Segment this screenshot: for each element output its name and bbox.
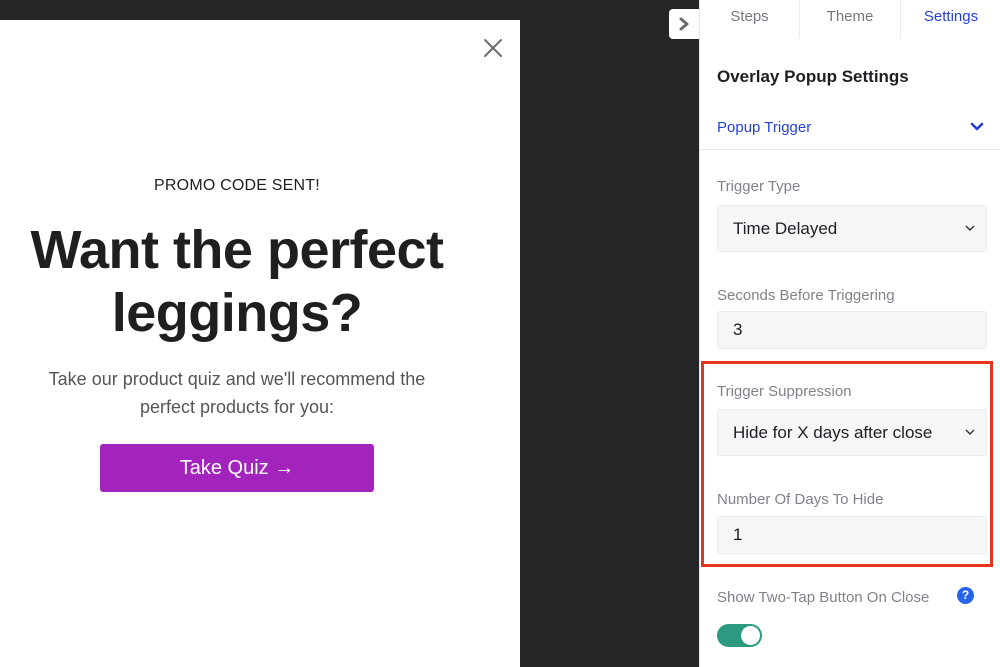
subtext-line: perfect products for you:: [139, 397, 335, 417]
chevron-down-icon: [970, 122, 984, 131]
two-tap-label: Show Two-Tap Button On Close: [717, 589, 930, 606]
suppression-value: Hide for X days after close: [733, 423, 933, 442]
suppression-label: Trigger Suppression: [717, 383, 852, 400]
panel-tabs: Steps Theme Settings: [700, 0, 1000, 38]
chevron-down-icon: [965, 225, 975, 231]
settings-panel: Steps Theme Settings Overlay Popup Setti…: [699, 0, 1000, 667]
toggle-knob: [741, 626, 760, 645]
headline-line: leggings?: [111, 283, 363, 343]
close-icon[interactable]: [480, 35, 506, 61]
two-tap-toggle[interactable]: [717, 624, 762, 647]
popup-trigger-section[interactable]: Popup Trigger: [700, 108, 1000, 150]
panel-title: Overlay Popup Settings: [717, 67, 909, 86]
chevron-right-icon: [679, 17, 689, 31]
days-to-hide-input[interactable]: 1: [717, 516, 987, 554]
trigger-type-value: Time Delayed: [733, 219, 838, 238]
subtext-line: Take our product quiz and we'll recommen…: [48, 369, 426, 389]
popup-preview: PROMO CODE SENT! Want the perfect leggin…: [0, 20, 520, 667]
seconds-input[interactable]: 3: [717, 311, 987, 349]
tab-theme[interactable]: Theme: [800, 0, 901, 38]
trigger-type-select[interactable]: Time Delayed: [717, 205, 987, 252]
tab-settings[interactable]: Settings: [901, 0, 1000, 38]
help-icon[interactable]: ?: [957, 587, 974, 604]
chevron-down-icon: [965, 429, 975, 435]
trigger-type-label: Trigger Type: [717, 178, 801, 195]
popup-headline: Want the perfect leggings?: [0, 219, 474, 345]
collapse-panel-button[interactable]: [669, 9, 699, 39]
seconds-label: Seconds Before Triggering: [717, 287, 895, 304]
seconds-value: 3: [733, 320, 743, 339]
popup-eyebrow: PROMO CODE SENT!: [154, 177, 320, 194]
headline-line: Want the perfect: [30, 220, 444, 280]
days-to-hide-value: 1: [733, 525, 743, 544]
section-label: Popup Trigger: [717, 119, 812, 136]
take-quiz-button[interactable]: Take Quiz →: [100, 444, 374, 492]
tab-steps[interactable]: Steps: [700, 0, 800, 38]
days-to-hide-label: Number Of Days To Hide: [717, 491, 884, 508]
suppression-select[interactable]: Hide for X days after close: [717, 409, 987, 456]
popup-subtext: Take our product quiz and we'll recommen…: [20, 365, 454, 421]
